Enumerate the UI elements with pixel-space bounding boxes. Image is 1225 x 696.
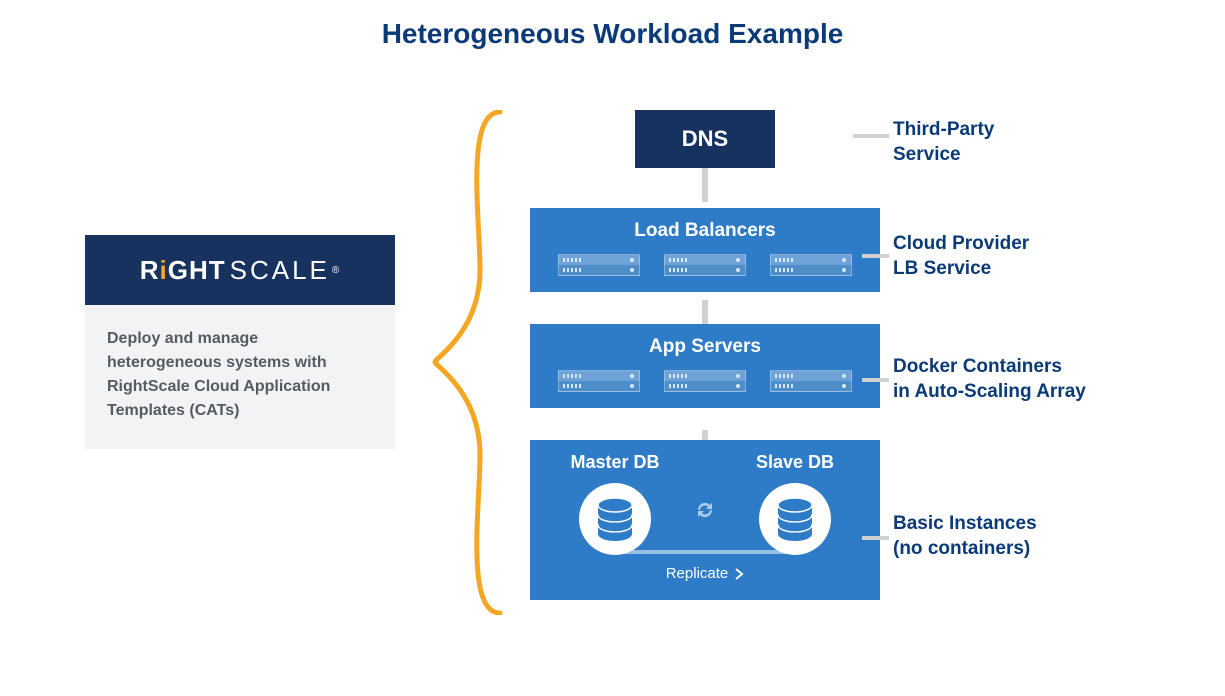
replication-line [620,550,790,554]
label-app: Docker Containersin Auto-Scaling Array [893,355,1086,404]
logo-registered: ® [332,265,340,276]
label-db-text: Basic Instances(no containers) [893,513,1037,559]
sync-icon [693,498,717,522]
brace-icon [430,110,510,615]
connector-line [862,536,889,540]
diagram-title: Heterogeneous Workload Example [0,0,1225,50]
logo-scale: SCALE [230,255,330,286]
db-master: Master DB [550,452,680,555]
label-dns-text: Third-PartyService [893,119,994,165]
architecture-stack: DNS Load Balancers App Servers Master DB [530,110,880,600]
db-master-label: Master DB [550,452,680,473]
db-slave: Slave DB [730,452,860,555]
label-dns: Third-PartyService [893,118,994,167]
logo-i: i [160,255,168,286]
tier-databases: Master DB Slave DB [530,440,880,600]
tier-lb-title: Load Balancers [532,210,878,242]
tier-dns-title: DNS [637,126,773,152]
server-icon [558,370,640,392]
server-icon [558,254,640,276]
tier-load-balancers: Load Balancers [530,208,880,292]
label-lb: Cloud ProviderLB Service [893,232,1029,281]
connector-line [853,134,889,138]
label-lb-text: Cloud ProviderLB Service [893,233,1029,279]
logo-r: R [140,255,160,286]
logo-ght: GHT [168,255,226,286]
database-icon [579,483,651,555]
connector-line [702,162,708,202]
rightscale-logo: RiGHTSCALE® [140,255,341,286]
app-servers [532,370,878,392]
db-slave-label: Slave DB [730,452,860,473]
label-db: Basic Instances(no containers) [893,512,1037,561]
replicate-text: Replicate [666,565,729,582]
tier-app-title: App Servers [532,326,878,358]
tier-app-servers: App Servers [530,324,880,408]
rightscale-logo-bar: RiGHTSCALE® [85,235,395,305]
rightscale-card: RiGHTSCALE® Deploy and manage heterogene… [85,235,395,449]
server-icon [664,254,746,276]
tier-dns: DNS [635,110,775,168]
server-icon [770,254,852,276]
lb-servers [532,254,878,276]
replicate-label: Replicate [532,565,878,582]
chevron-right-icon [734,568,744,580]
rightscale-description: Deploy and manage heterogeneous systems … [85,305,395,449]
connector-line [862,254,889,258]
connector-line [862,378,889,382]
label-app-text: Docker Containersin Auto-Scaling Array [893,356,1086,402]
server-icon [664,370,746,392]
database-icon [759,483,831,555]
server-icon [770,370,852,392]
